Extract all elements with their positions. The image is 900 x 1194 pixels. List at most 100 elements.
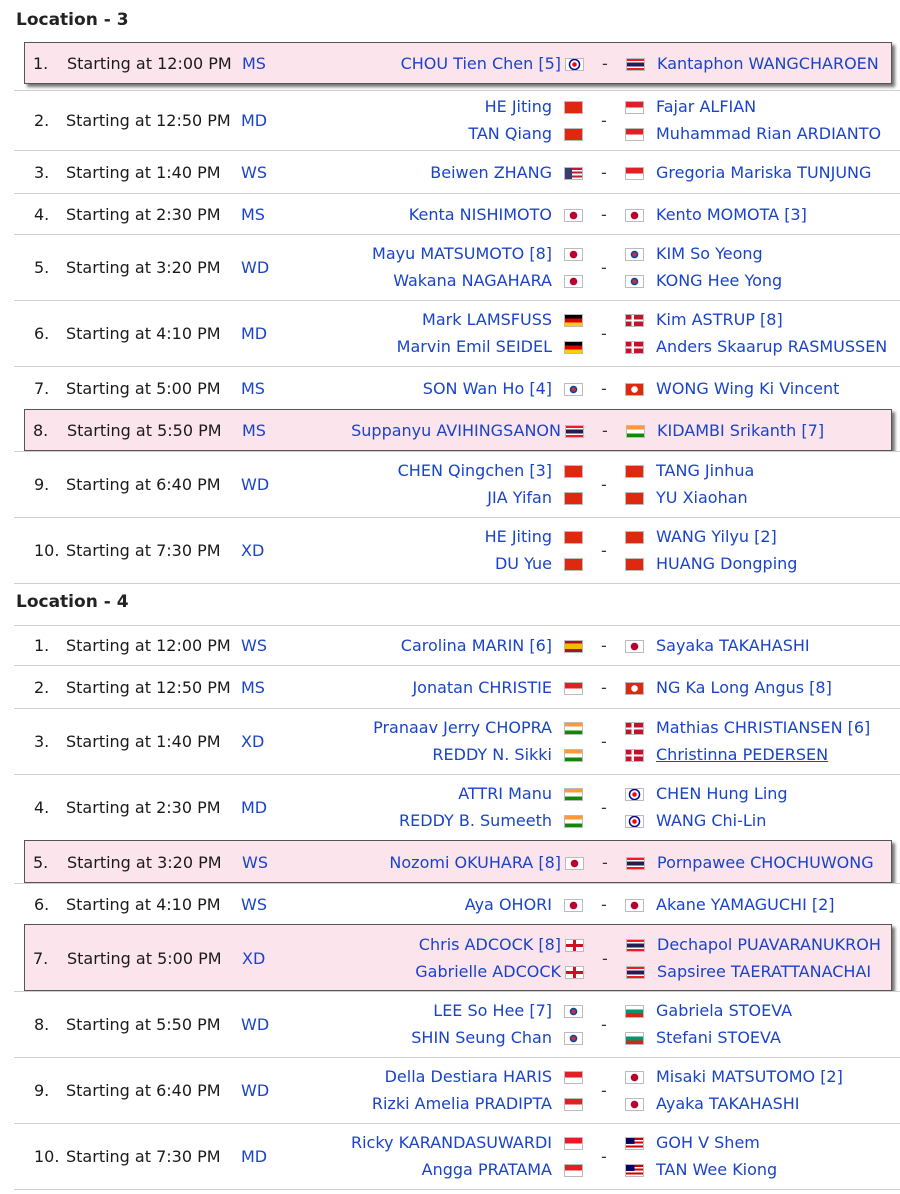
player-link-left[interactable]: JIA Yifan bbox=[487, 487, 552, 509]
match-row: 6. Starting at 4:10 PM MD - Mark LAMSFUSS Mar… bbox=[14, 300, 900, 366]
player-link-left[interactable]: SHIN Seung Chan bbox=[411, 1027, 552, 1049]
player-link-left[interactable]: Aya OHORI bbox=[465, 894, 552, 916]
event-link[interactable]: WS bbox=[241, 894, 267, 916]
player-link-left[interactable]: REDDY N. Sikki bbox=[432, 744, 552, 766]
player-link-right[interactable]: Dechapol PUAVARANUKROH bbox=[657, 934, 881, 956]
player-link-left[interactable]: Chris ADCOCK [8] bbox=[419, 934, 561, 956]
player-link-left[interactable]: Suppanyu AVIHINGSANON bbox=[351, 420, 561, 442]
player-link-right[interactable]: KIM So Yeong bbox=[656, 243, 763, 265]
flag-id-icon bbox=[625, 166, 644, 180]
event-link[interactable]: WS bbox=[241, 635, 267, 657]
event-link[interactable]: WD bbox=[241, 1080, 269, 1102]
event-link[interactable]: WS bbox=[241, 162, 267, 184]
event-link[interactable]: WD bbox=[241, 257, 269, 279]
player-link-left[interactable]: Della Destiara HARIS bbox=[385, 1066, 552, 1088]
player-link-left[interactable]: Carolina MARIN [6] bbox=[401, 635, 552, 657]
player-link-left[interactable]: DU Yue bbox=[495, 553, 552, 575]
flag-jp-icon bbox=[625, 1098, 644, 1111]
match-number: 1. bbox=[34, 636, 50, 655]
event-link[interactable]: WD bbox=[241, 1014, 269, 1036]
event-link[interactable]: MD bbox=[241, 1146, 267, 1168]
match-row: 6. Starting at 4:10 PM WS - Aya OHORI Akane Y… bbox=[14, 883, 900, 924]
player-link-left[interactable]: Marvin Emil SEIDEL bbox=[397, 336, 552, 358]
player-link-right[interactable]: Ayaka TAKAHASHI bbox=[656, 1093, 800, 1115]
player-link-right[interactable]: Stefani STOEVA bbox=[656, 1027, 781, 1049]
event-link[interactable]: MD bbox=[241, 797, 267, 819]
player-link-right[interactable]: YU Xiaohan bbox=[656, 487, 748, 509]
versus-separator: - bbox=[601, 324, 607, 343]
player-link-left[interactable]: Rizki Amelia PRADIPTA bbox=[372, 1093, 552, 1115]
event-link[interactable]: MS bbox=[242, 420, 266, 442]
match-row: 2. Starting at 12:50 PM MD - HE Jiting TAN Qi… bbox=[14, 90, 900, 150]
event-link[interactable]: XD bbox=[242, 948, 265, 970]
player-link-left[interactable]: ATTRI Manu bbox=[458, 783, 552, 805]
flag-cn-icon bbox=[564, 558, 583, 571]
player-link-right[interactable]: GOH V Shem bbox=[656, 1132, 760, 1154]
player-link-left[interactable]: Jonatan CHRISTIE bbox=[412, 677, 552, 699]
player-link-left[interactable]: HE Jiting bbox=[485, 526, 552, 548]
versus-separator: - bbox=[601, 111, 607, 130]
match-row: 7. Starting at 5:00 PM XD - Chris ADCOCK [8]… bbox=[24, 924, 892, 991]
player-link-right[interactable]: Kento MOMOTA [3] bbox=[656, 204, 807, 226]
player-link-left[interactable]: REDDY B. Sumeeth bbox=[399, 810, 552, 832]
player-link-right[interactable]: WANG Chi-Lin bbox=[656, 810, 766, 832]
match-number: 10. bbox=[34, 1147, 60, 1166]
player-link-right[interactable]: WANG Yilyu [2] bbox=[656, 526, 777, 548]
event-link[interactable]: MD bbox=[241, 110, 267, 132]
match-number: 5. bbox=[33, 852, 49, 872]
player-link-left[interactable]: Gabrielle ADCOCK bbox=[415, 961, 561, 983]
event-link[interactable]: WD bbox=[241, 474, 269, 496]
player-link-left[interactable]: CHOU Tien Chen [5] bbox=[401, 53, 561, 75]
player-link-right[interactable]: WONG Wing Ki Vincent bbox=[656, 378, 839, 400]
event-link[interactable]: MS bbox=[241, 378, 265, 400]
player-link-right[interactable]: Sapsiree TAERATTANACHAI bbox=[657, 961, 871, 983]
player-link-left[interactable]: Kenta NISHIMOTO bbox=[409, 204, 552, 226]
event-link[interactable]: WS bbox=[242, 852, 268, 874]
player-link-left[interactable]: SON Wan Ho [4] bbox=[423, 378, 552, 400]
player-link-left[interactable]: CHEN Qingchen [3] bbox=[398, 460, 552, 482]
player-link-left[interactable]: Nozomi OKUHARA [8] bbox=[389, 852, 561, 874]
player-link-right[interactable]: Misaki MATSUTOMO [2] bbox=[656, 1066, 843, 1088]
player-link-left[interactable]: Wakana NAGAHARA bbox=[393, 270, 552, 292]
player-link-right[interactable]: TANG Jinhua bbox=[656, 460, 754, 482]
event-link[interactable]: MS bbox=[241, 677, 265, 699]
player-link-right[interactable]: Christinna PEDERSEN bbox=[656, 744, 828, 766]
player-link-right[interactable]: Gregoria Mariska TUNJUNG bbox=[656, 162, 871, 184]
player-link-left[interactable]: Angga PRATAMA bbox=[422, 1159, 552, 1181]
player-link-right[interactable]: Kim ASTRUP [8] bbox=[656, 309, 783, 331]
event-link[interactable]: XD bbox=[241, 540, 264, 562]
player-link-right[interactable]: CHEN Hung Ling bbox=[656, 783, 788, 805]
player-link-right[interactable]: Pornpawee CHOCHUWONG bbox=[657, 852, 874, 874]
player-link-right[interactable]: KONG Hee Yong bbox=[656, 270, 782, 292]
versus-separator: - bbox=[602, 54, 608, 73]
event-link[interactable]: MD bbox=[241, 323, 267, 345]
player-link-right[interactable]: HUANG Dongping bbox=[656, 553, 797, 575]
player-link-right[interactable]: Kantaphon WANGCHAROEN bbox=[657, 53, 879, 75]
versus-separator: - bbox=[601, 1081, 607, 1100]
player-link-right[interactable]: Anders Skaarup RASMUSSEN bbox=[656, 336, 887, 358]
player-link-right[interactable]: Fajar ALFIAN bbox=[656, 96, 756, 118]
player-link-right[interactable]: NG Ka Long Angus [8] bbox=[656, 677, 832, 699]
player-link-right[interactable]: Gabriela STOEVA bbox=[656, 1000, 792, 1022]
player-link-right[interactable]: Sayaka TAKAHASHI bbox=[656, 635, 810, 657]
player-link-right[interactable]: Akane YAMAGUCHI [2] bbox=[656, 894, 835, 916]
player-link-right[interactable]: TAN Wee Kiong bbox=[656, 1159, 777, 1181]
versus-separator: - bbox=[601, 162, 607, 182]
event-link[interactable]: MS bbox=[241, 204, 265, 226]
event-link[interactable]: MS bbox=[242, 53, 266, 75]
player-link-left[interactable]: Mark LAMSFUSS bbox=[422, 309, 552, 331]
player-link-right[interactable]: KIDAMBI Srikanth [7] bbox=[657, 420, 824, 442]
section-divider bbox=[14, 583, 900, 584]
flag-jp-icon bbox=[564, 275, 583, 288]
player-link-left[interactable]: Ricky KARANDASUWARDI bbox=[351, 1132, 552, 1154]
match-row: 1. Starting at 12:00 PM MS - CHOU Tien Chen … bbox=[24, 42, 892, 84]
player-link-left[interactable]: Pranaav Jerry CHOPRA bbox=[373, 717, 552, 739]
player-link-left[interactable]: Mayu MATSUMOTO [8] bbox=[372, 243, 552, 265]
player-link-right[interactable]: Mathias CHRISTIANSEN [6] bbox=[656, 717, 870, 739]
player-link-left[interactable]: HE Jiting bbox=[485, 96, 552, 118]
player-link-left[interactable]: LEE So Hee [7] bbox=[433, 1000, 552, 1022]
player-link-left[interactable]: TAN Qiang bbox=[468, 123, 552, 145]
player-link-left[interactable]: Beiwen ZHANG bbox=[430, 162, 552, 184]
event-link[interactable]: XD bbox=[241, 731, 264, 753]
player-link-right[interactable]: Muhammad Rian ARDIANTO bbox=[656, 123, 881, 145]
